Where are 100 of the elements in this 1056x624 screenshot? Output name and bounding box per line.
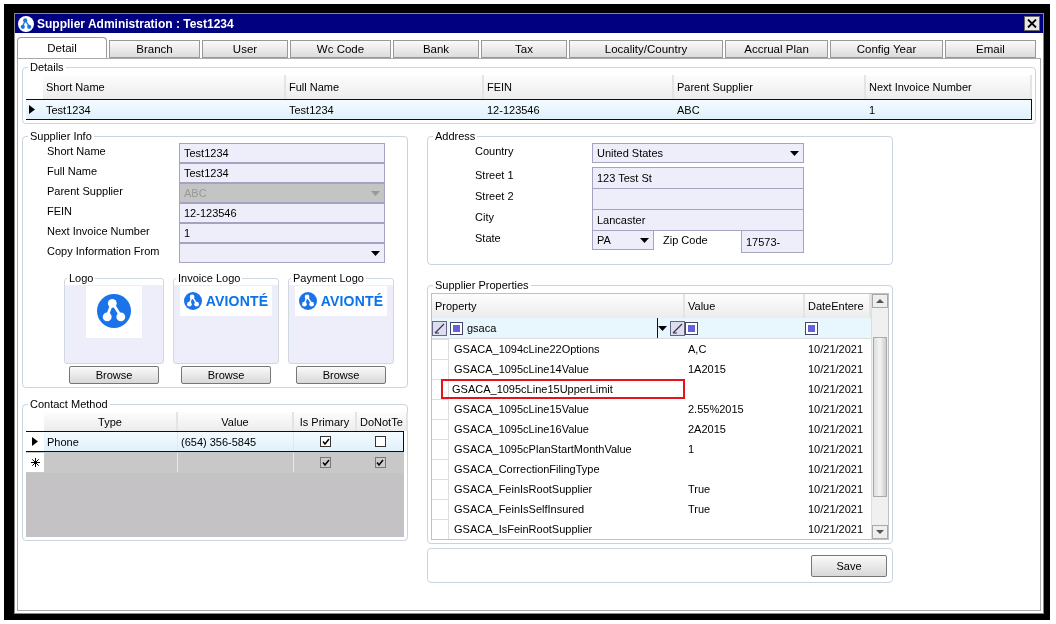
checkbox[interactable] <box>320 457 331 468</box>
column-header[interactable]: DateEntere <box>805 294 871 318</box>
table-cell-text: 10/21/2021 <box>807 442 865 457</box>
text-field[interactable]: Lancaster <box>592 209 804 231</box>
tab[interactable]: User <box>202 40 288 58</box>
table-cell-text: GSACA_1095cLine14Value <box>453 362 590 377</box>
group-title: Supplier Info <box>29 130 93 142</box>
table-cell-text: 10/21/2021 <box>807 422 865 437</box>
group-title: Payment Logo <box>291 272 366 284</box>
tab[interactable]: Bank <box>393 40 479 58</box>
table-cell-text: Test1234 <box>45 102 92 118</box>
field-label: Full Name <box>47 164 99 179</box>
scroll-down-icon <box>872 525 888 539</box>
text-field[interactable]: 123 Test St <box>592 167 804 189</box>
table-cell-text: 2.55%2015 <box>687 402 745 417</box>
field-label: FEIN <box>47 204 74 219</box>
filter-clear-icon <box>685 321 698 335</box>
table-cell-text: GSACA_FeinIsSelfInsured <box>453 502 586 517</box>
check-icon <box>321 459 330 466</box>
table-cell-text: 10/21/2021 <box>807 382 865 397</box>
browse-button[interactable]: Browse <box>296 366 386 384</box>
field-label: Zip Code <box>662 233 709 248</box>
dropdown-arrow-icon <box>640 237 649 243</box>
check-icon <box>321 438 330 445</box>
logo-icon <box>97 294 131 328</box>
logo-icon <box>298 292 317 310</box>
table-cell-text: GSACA_1095cPlanStartMonthValue <box>453 442 633 457</box>
filter-operator-icon <box>432 320 447 336</box>
tab[interactable]: Branch <box>109 40 200 58</box>
tab[interactable]: Detail <box>17 37 107 58</box>
column-header[interactable]: Next Invoice Number <box>866 75 1032 99</box>
dropdown-field[interactable]: United States <box>592 143 804 163</box>
text-field[interactable]: 1 <box>179 223 385 243</box>
checkbox[interactable] <box>374 457 386 468</box>
table-cell-text: GSACA_1095cLine15Value <box>453 402 590 417</box>
row-pointer-icon <box>29 105 35 114</box>
row-header[interactable] <box>432 379 449 399</box>
text-field[interactable]: 12-123546 <box>179 203 385 223</box>
tab[interactable]: Config Year <box>830 40 943 58</box>
filter-clear-icon <box>450 321 463 335</box>
table-cell-text: 10/21/2021 <box>807 502 865 517</box>
filter-clear-icon <box>805 321 818 335</box>
column-header[interactable]: FEIN <box>484 75 674 99</box>
group-title: Details <box>29 61 65 73</box>
field-label: Short Name <box>47 144 107 159</box>
dropdown-arrow-icon <box>371 190 380 196</box>
table-cell-text: 10/21/2021 <box>807 462 865 477</box>
close-icon <box>1027 19 1037 28</box>
table-row[interactable]: Phone (654) 356-5845 <box>26 431 404 452</box>
dropdown-field[interactable]: PA <box>592 230 654 250</box>
column-header[interactable]: Type <box>44 412 178 431</box>
column-header[interactable]: Value <box>178 412 294 431</box>
table-cell-text: 1 <box>687 442 696 457</box>
dropdown-arrow-icon <box>790 150 799 156</box>
browse-button[interactable]: Browse <box>181 366 271 384</box>
column-header[interactable]: DoNotTe <box>357 412 408 431</box>
tab[interactable]: Locality/Country <box>569 40 723 58</box>
table-cell-text: 1A2015 <box>687 362 727 377</box>
table-row[interactable]: Test1234 Test1234 12-123546 ABC 1 <box>26 99 1032 120</box>
column-header[interactable]: Short Name <box>43 75 286 99</box>
save-button[interactable]: Save <box>811 554 887 577</box>
text-field[interactable]: Test1234 <box>179 143 385 163</box>
tab[interactable]: Wc Code <box>290 40 391 58</box>
field-label: City <box>475 210 495 225</box>
column-header[interactable]: Is Primary <box>294 412 357 431</box>
table-cell-text: True <box>687 502 712 517</box>
tab[interactable]: Tax <box>481 40 567 58</box>
field-label: Copy Information From <box>47 244 161 259</box>
close-button[interactable] <box>1024 16 1040 31</box>
text-field[interactable] <box>592 188 804 210</box>
tab[interactable]: Accrual Plan <box>725 40 828 58</box>
column-header[interactable]: Parent Supplier <box>674 75 866 99</box>
column-header[interactable]: Property <box>432 294 685 318</box>
table-cell-text: 10/21/2021 <box>807 402 865 417</box>
table-cell-text: 1 <box>868 102 877 118</box>
row-pointer-icon <box>32 437 38 446</box>
column-header[interactable]: Value <box>685 294 805 318</box>
table-cell-text: GSACA_IsFeinRootSupplier <box>453 522 594 537</box>
text-field[interactable]: 17573- <box>741 230 804 253</box>
browse-button[interactable]: Browse <box>69 366 159 384</box>
table-cell: Phone <box>44 432 178 451</box>
logo-icon <box>183 292 202 310</box>
dropdown-field[interactable] <box>179 243 385 263</box>
scrollbar[interactable] <box>871 294 888 539</box>
text-field[interactable]: Test1234 <box>179 163 385 183</box>
checkbox[interactable] <box>320 436 331 447</box>
checkbox[interactable] <box>374 436 386 447</box>
group-title: Supplier Properties <box>434 279 530 291</box>
new-row-icon <box>30 458 40 467</box>
table-cell-text: True <box>687 482 712 497</box>
table-cell-text: 2A2015 <box>687 422 727 437</box>
group-title: Logo <box>67 272 96 284</box>
table-cell-text: GSACA_1095cLine16Value <box>453 422 590 437</box>
field-label: Country <box>475 144 515 159</box>
field-label: Street 2 <box>475 189 515 204</box>
tab[interactable]: Email <box>945 40 1036 58</box>
column-header[interactable]: Full Name <box>286 75 484 99</box>
field-label: State <box>475 231 502 246</box>
table-cell-text: Test1234 <box>288 102 335 118</box>
group-title: Contact Method <box>29 398 109 410</box>
